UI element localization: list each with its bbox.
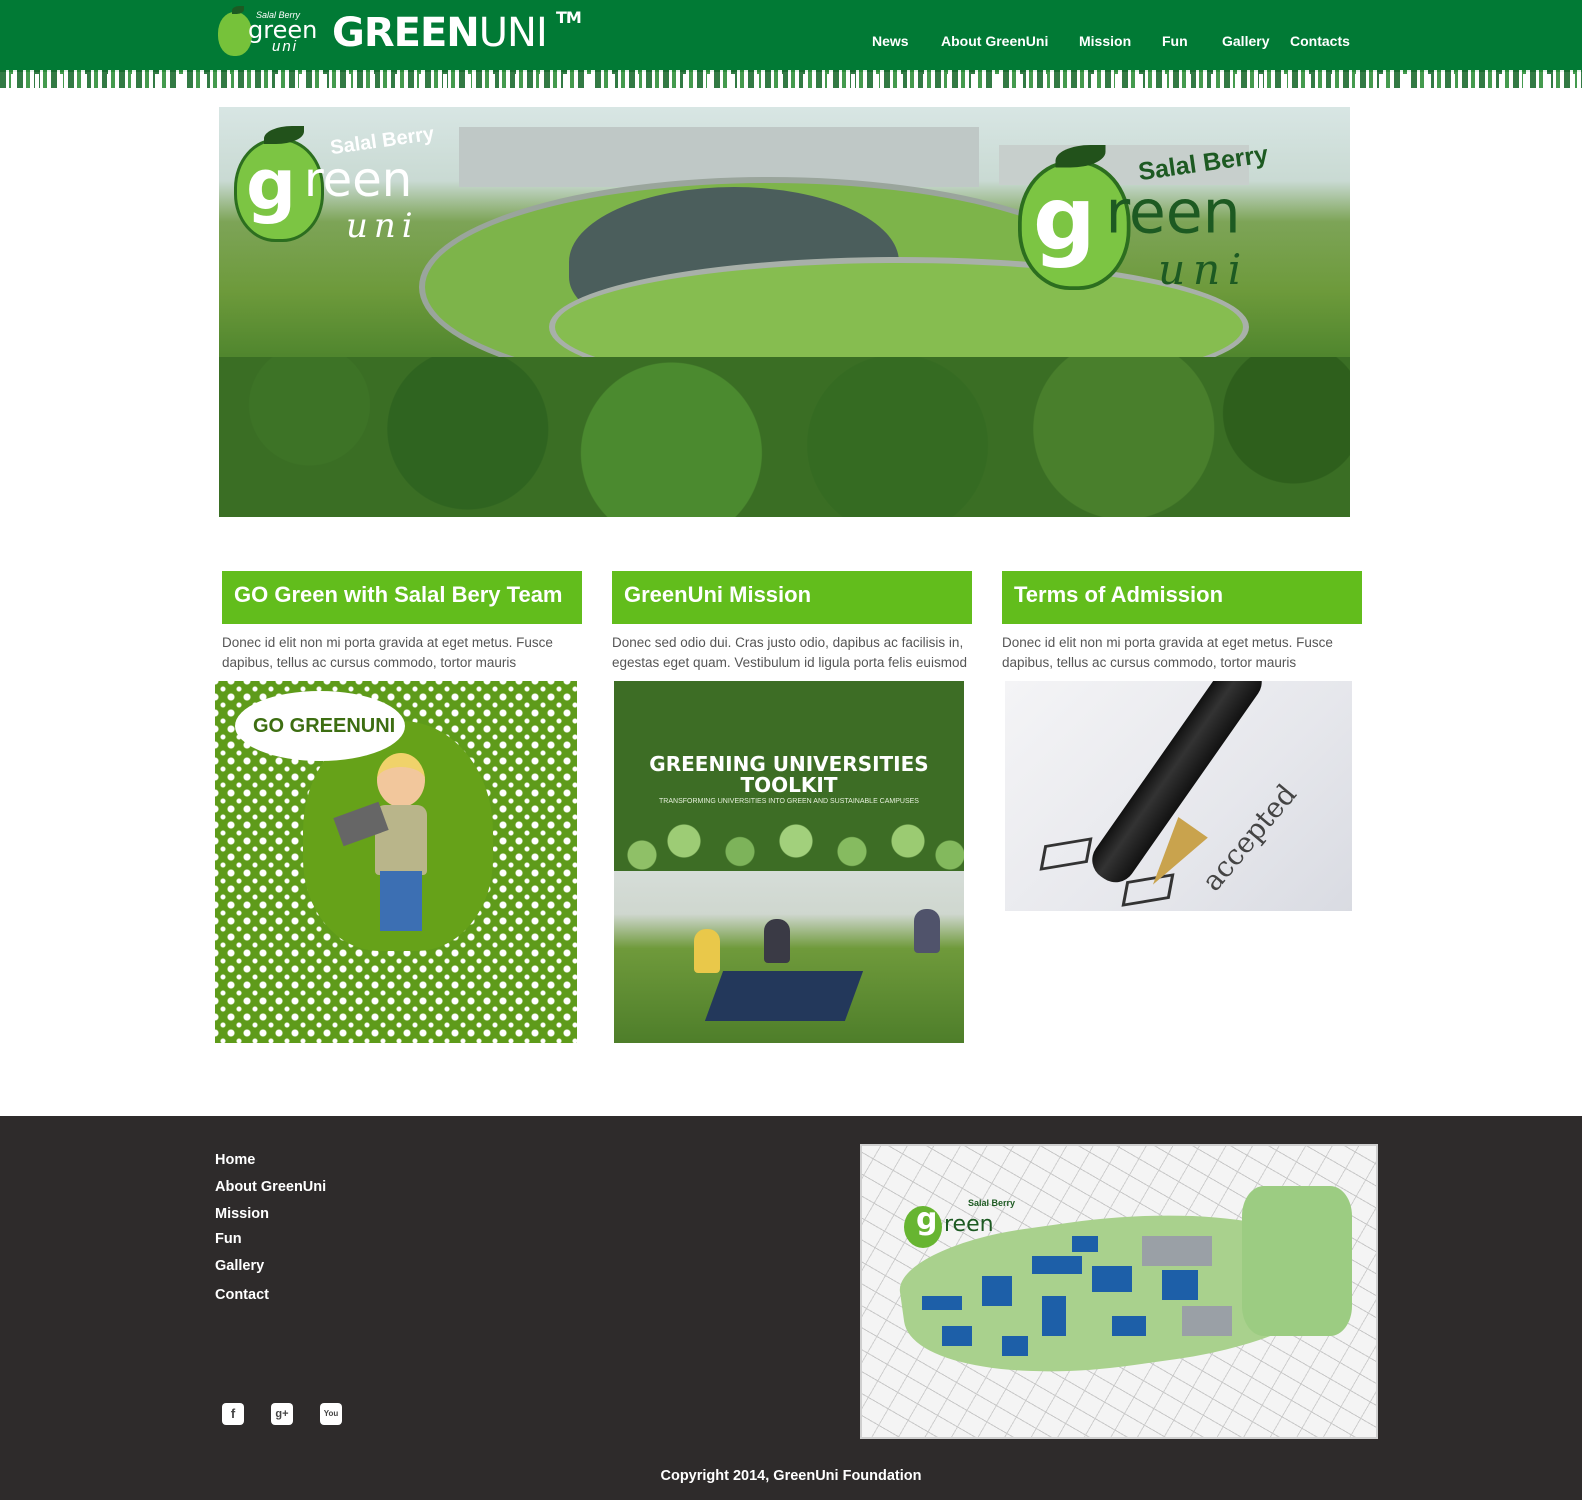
hero-logo-g: g	[246, 144, 297, 226]
hero-logo-right: g reen Salal Berry uni	[1018, 141, 1318, 313]
go-greenuni-image[interactable]: GO GREENUNI	[215, 681, 577, 1043]
map-building	[1112, 1316, 1146, 1336]
cartoon-boy-legs	[380, 871, 422, 931]
hero-logo-g: g	[1033, 167, 1096, 271]
campus-map[interactable]: g reen Salal Berry	[860, 1144, 1378, 1439]
map-building	[1032, 1256, 1082, 1274]
toolkit-title-line-2: TOOLKIT	[740, 773, 838, 797]
map-logo-reen: reen	[944, 1212, 994, 1237]
person-figure	[764, 919, 790, 963]
nav-fun[interactable]: Fun	[1162, 33, 1188, 49]
nav-news[interactable]: News	[872, 33, 909, 49]
person-figure	[914, 909, 940, 953]
column-title-go-green[interactable]: GO Green with Salal Bery Team	[222, 571, 582, 624]
checkbox-icon	[1039, 837, 1093, 871]
hero-logo-uni: uni	[1158, 245, 1249, 295]
brand-bold: GREEN	[332, 10, 480, 56]
hero-logo-reen: reen	[304, 152, 413, 208]
map-building	[1162, 1270, 1198, 1300]
hero-logo-reen: reen	[1105, 177, 1241, 248]
map-parking	[1182, 1306, 1232, 1336]
toolkit-cover-image[interactable]: GREENING UNIVERSITIES TOOLKIT TRANSFORMI…	[614, 681, 964, 1043]
person-figure	[694, 929, 720, 973]
footer-link-gallery[interactable]: Gallery	[215, 1258, 264, 1274]
nav-about[interactable]: About GreenUni	[941, 33, 1048, 49]
accepted-text: accepted	[1195, 777, 1304, 898]
nav-contacts[interactable]: Contacts	[1290, 33, 1350, 49]
picnic-blanket	[704, 971, 864, 1021]
column-title-mission[interactable]: GreenUni Mission	[612, 571, 972, 624]
brand-trademark: TM	[556, 8, 582, 27]
hero-logo-uni: uni	[346, 206, 419, 246]
youtube-icon[interactable]: You	[320, 1403, 342, 1425]
nav-gallery[interactable]: Gallery	[1222, 33, 1269, 49]
map-logo-g: g	[916, 1202, 938, 1237]
toolkit-title-line-1: GREENING UNIVERSITIES	[649, 752, 929, 776]
map-building	[942, 1326, 972, 1346]
map-logo-salal: Salal Berry	[968, 1198, 1016, 1208]
campus-park-area	[1242, 1186, 1352, 1336]
logo-uni: uni	[272, 38, 299, 55]
speech-bubble-text: GO GREENUNI	[253, 715, 396, 737]
map-building	[1042, 1296, 1066, 1336]
footer-link-mission[interactable]: Mission	[215, 1206, 269, 1222]
footer-link-fun[interactable]: Fun	[215, 1231, 242, 1247]
admission-checkbox-image[interactable]: not ac accepted	[1005, 681, 1352, 911]
toolkit-tree-border	[614, 813, 964, 883]
footer-link-home[interactable]: Home	[215, 1152, 255, 1168]
site-logo[interactable]: Salal Berry green uni	[218, 6, 317, 60]
header-grass-fade	[0, 74, 1582, 88]
column-text-mission: Donec sed odio dui. Cras justo odio, dap…	[612, 635, 967, 677]
toolkit-title: GREENING UNIVERSITIES TOOLKIT	[614, 754, 964, 796]
nav-mission[interactable]: Mission	[1079, 33, 1131, 49]
hero-logo-left: g reen Salal Berry uni	[234, 123, 474, 260]
column-text-go-green: Donec id elit non mi porta gravida at eg…	[222, 635, 582, 677]
map-building	[1092, 1266, 1132, 1292]
toolkit-subtitle: TRANSFORMING UNIVERSITIES INTO GREEN AND…	[659, 798, 919, 805]
map-building	[1002, 1336, 1028, 1356]
header-bar: Salal Berry green uni GREENUNI TM News Ab…	[0, 0, 1582, 72]
map-building	[922, 1296, 962, 1310]
map-building	[982, 1276, 1012, 1306]
google-plus-icon[interactable]: g+	[271, 1403, 293, 1425]
copyright: Copyright 2014, GreenUni Foundation	[660, 1468, 922, 1484]
column-title-admission[interactable]: Terms of Admission	[1002, 571, 1362, 624]
column-text-admission: Donec id elit non mi porta gravida at eg…	[1002, 635, 1362, 677]
footer-link-contact[interactable]: Contact	[215, 1287, 269, 1303]
brand-title[interactable]: GREENUNI TM	[332, 8, 582, 56]
page: Salal Berry green uni GREENUNI TM News Ab…	[0, 0, 1582, 1500]
map-building	[1072, 1236, 1098, 1252]
map-parking	[1142, 1236, 1212, 1266]
apple-logo-icon	[218, 6, 252, 56]
hero-trees	[219, 357, 1350, 517]
facebook-icon[interactable]: f	[222, 1403, 244, 1425]
cartoon-boy-head	[377, 753, 425, 807]
brand-light: UNI	[478, 10, 548, 56]
map-logo: g reen Salal Berry	[898, 1198, 1018, 1258]
footer-link-about[interactable]: About GreenUni	[215, 1179, 326, 1195]
